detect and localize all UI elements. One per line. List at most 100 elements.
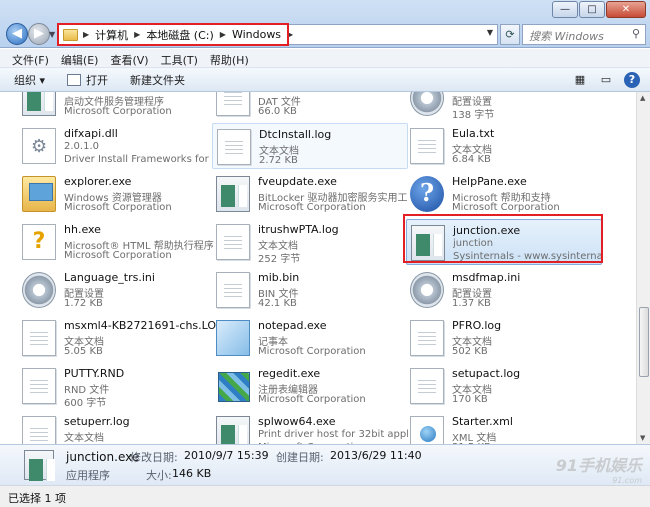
settings-file-icon — [410, 272, 444, 308]
file-name: PUTTY.RND — [64, 367, 125, 380]
file-item[interactable]: PFRO.log 文本文档 502 KB — [406, 315, 602, 361]
file-detail: 600 字节 — [64, 398, 107, 409]
notepad-icon — [216, 320, 250, 356]
app-icon — [216, 176, 250, 212]
help-icon[interactable]: ? — [624, 72, 640, 88]
maximize-button[interactable]: □ — [579, 1, 605, 18]
file-item[interactable]: difxapi.dll2.0.1.0 Driver Install Framewo… — [18, 123, 214, 169]
document-icon — [216, 224, 250, 260]
close-button[interactable]: ✕ — [606, 1, 646, 18]
details-pane: junction.exe 修改日期: 2010/9/7 15:39 创建日期: … — [0, 444, 650, 485]
file-item[interactable]: explorer.exe Windows 资源管理器 Microsoft Corpo… — [18, 171, 214, 217]
document-icon — [22, 320, 56, 356]
app-icon — [22, 92, 56, 116]
file-item[interactable]: setuperr.log文本文档0 字节 — [18, 411, 214, 444]
menu-file[interactable]: 文件(F) — [6, 49, 55, 67]
file-detail: 138 字节 — [452, 110, 495, 121]
search-input[interactable]: 搜索 Windows ⚲ — [522, 24, 646, 45]
file-name: msxml4-KB2721691-chs.LOG — [64, 319, 225, 332]
menu-edit[interactable]: 编辑(E) — [55, 49, 105, 67]
scroll-down-icon[interactable]: ▼ — [640, 434, 645, 442]
scrollbar-thumb[interactable] — [639, 307, 649, 377]
file-type: Print driver host for 32bit appl... — [258, 429, 408, 440]
details-file-name: junction.exe — [66, 450, 140, 464]
menu-tools[interactable]: 工具(T) — [155, 49, 204, 67]
watermark-url: 91.com — [612, 476, 642, 485]
regedit-icon — [216, 368, 250, 404]
file-detail: Microsoft Corporation — [258, 346, 366, 357]
file-name: HelpPane.exe — [452, 175, 527, 188]
organize-label: 组织 ▾ — [14, 73, 46, 87]
modified-value: 2010/9/7 15:39 — [184, 449, 269, 462]
file-detail: Driver Install Frameworks for ... — [64, 154, 214, 165]
refresh-button[interactable]: ⟳ — [500, 24, 520, 45]
file-detail: Microsoft Corporation — [64, 250, 172, 261]
settings-file-icon — [410, 92, 444, 116]
vertical-scrollbar[interactable]: ▲ ▼ — [636, 92, 650, 444]
open-button[interactable]: 打开 — [67, 72, 108, 88]
address-history-dropdown[interactable]: ▼ — [487, 28, 493, 37]
recent-pages-dropdown[interactable]: ▼ — [49, 30, 57, 40]
view-options-icon[interactable]: ▦ — [572, 72, 588, 88]
file-item[interactable]: ? hh.exe Microsoft® HTML 帮助执行程序 Microsoft C… — [18, 219, 214, 265]
organize-button[interactable]: 组织 ▾ — [14, 72, 45, 88]
menu-help[interactable]: 帮助(H) — [204, 49, 255, 67]
file-item[interactable]: msxml4-KB2721691-chs.LOG 文本文档 5.05 KB — [18, 315, 225, 361]
file-item[interactable]: regedit.exe 注册表编辑器 Microsoft Corporation — [212, 363, 408, 409]
open-label: 打开 — [86, 73, 109, 87]
document-icon — [216, 272, 250, 308]
new-folder-button[interactable]: 新建文件夹 — [130, 72, 185, 88]
file-detail: Microsoft Corporation — [64, 202, 172, 213]
menu-view[interactable]: 查看(V) — [104, 49, 154, 67]
file-item[interactable]: mib.bin BIN 文件 42.1 KB — [212, 267, 408, 313]
file-item[interactable]: Language_trs.ini 配置设置 1.72 KB — [18, 267, 214, 313]
file-name: Starter.xml — [452, 415, 513, 428]
file-item[interactable]: notepad.exe 记事本 Microsoft Corporation — [212, 315, 408, 361]
highlight-annotation — [57, 23, 289, 46]
open-icon — [67, 73, 82, 86]
forward-button[interactable]: ▶ — [28, 23, 50, 45]
file-item[interactable]: PUTTY.RND RND 文件 600 字节 — [18, 363, 214, 409]
app-icon — [216, 416, 250, 444]
file-detail: 42.1 KB — [258, 298, 297, 309]
file-detail: Microsoft Corporation — [258, 394, 366, 405]
file-name: difxapi.dll — [64, 127, 118, 140]
file-detail: 1.37 KB — [452, 298, 491, 309]
file-name: itrushwPTA.log — [258, 223, 339, 236]
created-value: 2013/6/29 11:40 — [330, 449, 422, 462]
file-item[interactable]: ? HelpPane.exe Microsoft 帮助和支持 Microsoft Co… — [406, 171, 602, 217]
file-item[interactable]: DtcInstall.log 文本文档 2.72 KB — [212, 123, 408, 169]
watermark-logo: 91手机娱乐 91.com — [556, 452, 642, 485]
file-detail: 2.72 KB — [259, 155, 298, 166]
file-item[interactable]: fveupdate.exe BitLocker 驱动器加密服务实用工... Micr… — [212, 171, 408, 217]
file-item[interactable]: DAT 文件 66.0 KB — [212, 92, 408, 121]
file-list: 启动文件服务管理程序 Microsoft Corporation DAT 文件 66.… — [0, 92, 636, 444]
back-button[interactable]: ◀ — [6, 23, 28, 45]
file-item[interactable]: itrushwPTA.log 文本文档 252 字节 — [212, 219, 408, 265]
file-item[interactable]: Starter.xmlXML 文档31.5 KB — [406, 411, 602, 444]
document-icon — [410, 128, 444, 164]
watermark-brand: 91手机娱乐 — [555, 456, 642, 475]
preview-pane-icon[interactable]: ▭ — [598, 72, 614, 88]
file-item[interactable]: Eula.txt 文本文档 6.84 KB — [406, 123, 602, 169]
file-name: fveupdate.exe — [258, 175, 337, 188]
file-name: mib.bin — [258, 271, 300, 284]
document-icon — [410, 368, 444, 404]
file-item[interactable]: msdfmap.ini 配置设置 1.37 KB — [406, 267, 602, 313]
scroll-up-icon[interactable]: ▲ — [640, 94, 645, 102]
file-item[interactable]: 配置设置 138 字节 — [406, 92, 602, 121]
file-name: notepad.exe — [258, 319, 327, 332]
file-name: setupact.log — [452, 367, 521, 380]
file-item[interactable]: 启动文件服务管理程序 Microsoft Corporation — [18, 92, 214, 121]
document-icon — [217, 129, 251, 165]
file-detail: 6.84 KB — [452, 154, 491, 165]
search-icon: ⚲ — [631, 27, 640, 40]
dll-icon — [22, 128, 56, 164]
file-detail: Microsoft Corporation — [258, 202, 366, 213]
modified-label: 修改日期: — [130, 451, 178, 464]
minimize-button[interactable]: — — [552, 1, 578, 18]
file-item[interactable]: setupact.log 文本文档 170 KB — [406, 363, 602, 409]
file-name: PFRO.log — [452, 319, 502, 332]
file-item[interactable]: splwow64.exe Print driver host for 32bit … — [212, 411, 408, 444]
file-name: setuperr.log — [64, 415, 130, 428]
